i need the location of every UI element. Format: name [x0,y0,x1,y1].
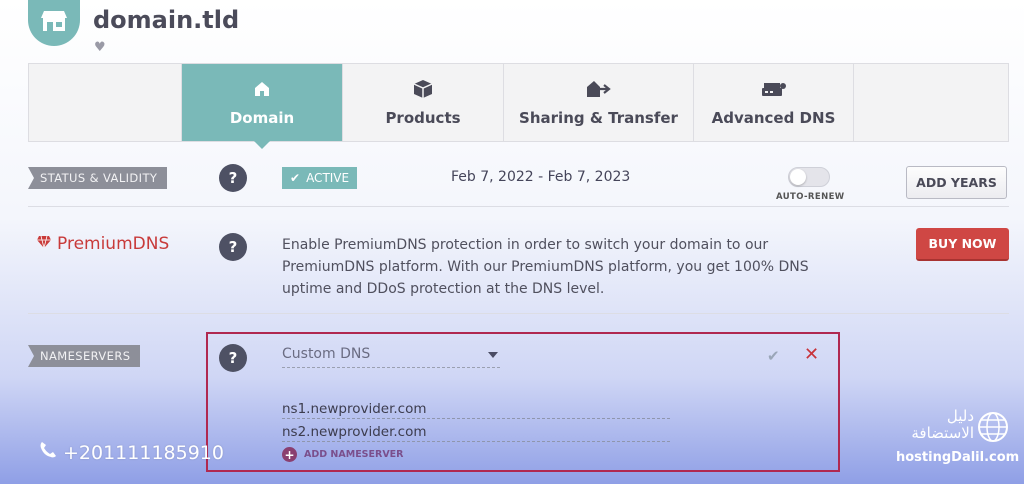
tab-label: Domain [229,108,295,127]
premium-description: Enable PremiumDNS protection in order to… [282,237,809,297]
tab-bar: Domain Products Sharing & Transfer Advan… [28,63,1009,149]
store-avatar [28,0,80,46]
premium-dns-logo: PremiumDNS [36,234,169,254]
tab-sharing-transfer[interactable]: Sharing & Transfer [504,64,694,141]
nameserver-1-input[interactable] [282,399,670,419]
status-help-button[interactable]: ? [219,164,247,192]
dns-type-select[interactable]: Custom DNS [282,346,500,368]
auto-renew-label: AUTO-RENEW [776,192,845,202]
globe-icon [976,410,1010,448]
nameservers-label: NAMESERVERS [28,345,141,367]
add-nameserver-button[interactable]: + ADD NAMESERVER [282,447,403,462]
status-validity-label: STATUS & VALIDITY [28,167,168,189]
domain-title: domain.tld [93,6,240,34]
phone-icon [38,440,58,465]
chevron-down-icon [488,352,498,358]
tab-domain[interactable]: Domain [182,64,343,149]
divider [28,313,1009,314]
tab-advanced-dns[interactable]: Advanced DNS [694,64,854,141]
server-icon [761,79,787,99]
watermark-logo: دليل الاستضافة hostingDalil.com [896,407,1020,466]
diamond-icon [36,234,52,254]
cancel-close-icon[interactable]: ✕ [804,344,819,365]
nameserver-2-input[interactable] [282,422,670,442]
share-transfer-icon [586,79,612,99]
validity-dates: Feb 7, 2022 - Feb 7, 2023 [451,169,631,185]
phone-number: +201111185910 [38,440,224,465]
plus-icon: + [282,447,297,462]
tab-products[interactable]: Products [343,64,504,141]
check-icon: ✔ [290,171,301,185]
home-icon [253,79,271,99]
auto-renew-toggle[interactable] [788,167,830,187]
favorite-icon[interactable]: ♥ [94,40,106,55]
divider [28,206,1009,207]
nameservers-help-button[interactable]: ? [219,344,247,372]
premium-help-button[interactable]: ? [219,233,247,261]
save-check-icon[interactable]: ✔ [767,347,780,365]
tab-label: Advanced DNS [711,108,836,127]
store-icon [40,9,68,37]
box-icon [412,79,434,99]
add-years-button[interactable]: ADD YEARS [906,166,1007,199]
tab-label: Products [385,108,461,127]
tab-label: Sharing & Transfer [519,108,678,127]
status-badge: ✔ ACTIVE [282,167,358,189]
buy-now-button[interactable]: BUY NOW [916,228,1009,261]
